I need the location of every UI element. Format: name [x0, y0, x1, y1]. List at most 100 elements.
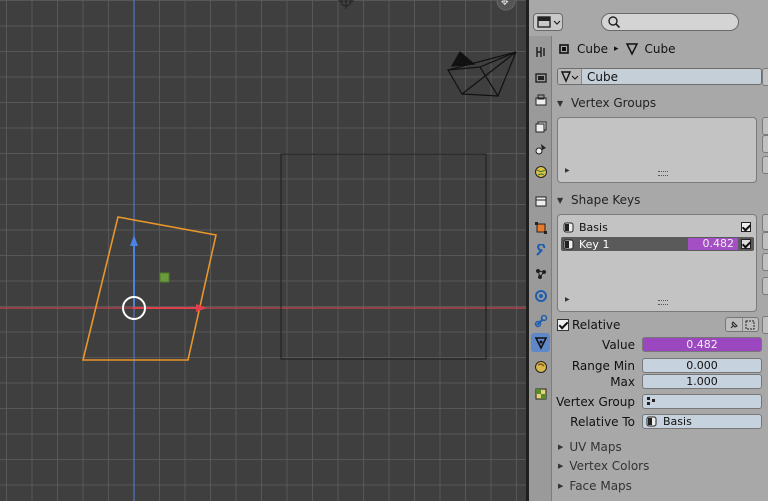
- max-label: Max: [610, 375, 635, 389]
- shape-key-mute-checkbox[interactable]: [741, 222, 751, 232]
- collapsed-triangle-icon: ▶: [558, 443, 564, 451]
- vertex-groups-title: Vertex Groups: [571, 96, 657, 110]
- shape-key-icon: [561, 239, 575, 250]
- breadcrumb-separator-icon: ▸: [613, 44, 619, 54]
- list-item[interactable]: Key 1 0.482: [561, 237, 754, 251]
- mesh-data-icon: [560, 70, 578, 83]
- particles-icon: [535, 268, 546, 279]
- properties-editor: Cube ▸ Cube Cube ▼ Vertex Groups ▶ ▼ Sha…: [529, 0, 768, 501]
- camera-object[interactable]: [447, 51, 517, 97]
- relative-checkbox[interactable]: [557, 319, 569, 331]
- tab-tool[interactable]: [531, 42, 550, 61]
- tab-output[interactable]: [531, 90, 550, 109]
- tab-scene[interactable]: [531, 139, 550, 158]
- remove-shape-key-button[interactable]: [762, 232, 768, 250]
- collapsed-triangle-icon: ▶: [558, 482, 564, 490]
- view-layer-icon: [535, 121, 546, 132]
- remove-vertex-group-button[interactable]: [762, 135, 768, 153]
- shape-key-value-slider[interactable]: 0.482: [688, 238, 738, 250]
- wrench-icon: [535, 243, 545, 256]
- shape-key-name: Basis: [579, 220, 608, 234]
- constraints-icon: [534, 314, 547, 327]
- shape-key-lock-buttons: [725, 317, 759, 332]
- relative-label: Relative: [572, 318, 621, 332]
- tool-icon: [535, 46, 545, 57]
- list-resize-grip[interactable]: [658, 171, 668, 176]
- expand-triangle-icon: ▼: [557, 98, 564, 108]
- shape-key-value-field[interactable]: 0.482: [642, 337, 762, 352]
- vertex-colors-panel-header[interactable]: ▶ Vertex Colors: [553, 457, 649, 475]
- list-filter-toggle-icon[interactable]: ▶: [565, 296, 570, 303]
- editor-type-icon: [537, 16, 561, 28]
- vertex-groups-panel-header[interactable]: ▼ Vertex Groups: [553, 92, 768, 114]
- shape-key-name: Key 1: [579, 237, 610, 251]
- edit-mode-icon: [745, 320, 755, 329]
- range-min-field[interactable]: 0.000: [642, 358, 762, 373]
- search-icon: [608, 16, 621, 29]
- tab-object[interactable]: [531, 218, 550, 237]
- expand-triangle-icon: ▼: [557, 195, 564, 205]
- properties-search-field[interactable]: [601, 13, 739, 31]
- vertex-group-specials-button[interactable]: [762, 156, 768, 174]
- tab-modifiers[interactable]: [531, 241, 550, 260]
- mesh-name-field[interactable]: Cube: [582, 70, 618, 84]
- vertex-groups-list[interactable]: ▶: [557, 117, 757, 183]
- light-object-icon[interactable]: [338, 0, 354, 9]
- shape-key-icon: [646, 416, 657, 427]
- shape-key-mute-checkbox[interactable]: [741, 239, 751, 249]
- object-icon: [559, 44, 569, 54]
- tab-view-layer[interactable]: [531, 117, 550, 136]
- tab-constraints[interactable]: [531, 311, 550, 330]
- edit-mode-shape-button[interactable]: [741, 318, 759, 331]
- relative-to-value: Basis: [663, 415, 692, 428]
- tab-particles[interactable]: [531, 264, 550, 283]
- unselected-object-outline[interactable]: [280, 153, 487, 360]
- mesh-browse-button[interactable]: [558, 69, 582, 84]
- shape-key-icon: [561, 222, 575, 233]
- vertex-colors-title: Vertex Colors: [569, 459, 650, 473]
- relative-to-label: Relative To: [570, 415, 635, 429]
- gizmo-x-arrowhead[interactable]: [196, 304, 207, 312]
- list-resize-grip[interactable]: [658, 300, 668, 305]
- shape-keys-list[interactable]: Basis Key 1 0.482 ▶: [557, 214, 757, 312]
- add-shape-key-button[interactable]: [762, 214, 768, 232]
- selected-object-outline[interactable]: [81, 216, 217, 361]
- mesh-datablock-selector[interactable]: Cube: [557, 68, 762, 85]
- uv-maps-panel-header[interactable]: ▶ UV Maps: [553, 438, 622, 456]
- relative-toggle[interactable]: Relative: [557, 318, 620, 332]
- breadcrumb: Cube ▸ Cube: [557, 40, 676, 58]
- face-maps-title: Face Maps: [569, 479, 632, 493]
- breadcrumb-object: Cube: [577, 42, 608, 56]
- editor-type-button[interactable]: [533, 13, 563, 31]
- world-icon: [534, 165, 547, 178]
- vertex-group-field[interactable]: [642, 394, 762, 409]
- scene-icon: [535, 143, 546, 154]
- 3d-cursor-dot: [132, 306, 136, 310]
- 3d-viewport[interactable]: ✥: [0, 0, 526, 501]
- face-maps-panel-header[interactable]: ▶ Face Maps: [553, 477, 632, 495]
- max-field[interactable]: 1.000: [642, 374, 762, 389]
- shape-key-extra-button[interactable]: [762, 316, 768, 334]
- pin-shape-key-button[interactable]: [726, 318, 742, 331]
- render-icon: [534, 72, 547, 83]
- collapsed-triangle-icon: ▶: [558, 462, 564, 470]
- shape-key-specials-button[interactable]: [762, 253, 768, 271]
- tab-physics[interactable]: [531, 286, 550, 305]
- fake-user-button[interactable]: [762, 68, 768, 86]
- gizmo-y-arrowhead[interactable]: [130, 235, 138, 246]
- uv-maps-title: UV Maps: [569, 440, 622, 454]
- move-shape-key-button[interactable]: [762, 277, 768, 295]
- output-icon: [535, 94, 546, 105]
- relative-to-field[interactable]: Basis: [642, 414, 762, 429]
- add-vertex-group-button[interactable]: [762, 117, 768, 135]
- tab-world[interactable]: [531, 162, 550, 181]
- vertex-group-icon: [647, 397, 655, 405]
- tab-collection[interactable]: [531, 191, 550, 210]
- properties-tab-bar: [529, 36, 552, 501]
- shape-keys-panel-header[interactable]: ▼ Shape Keys: [553, 189, 768, 211]
- list-filter-toggle-icon[interactable]: ▶: [565, 167, 570, 174]
- navigation-gizmo-glyph: ✥: [501, 0, 509, 8]
- value-label: Value: [602, 338, 635, 352]
- list-item[interactable]: Basis: [561, 220, 754, 234]
- tab-render[interactable]: [531, 68, 550, 87]
